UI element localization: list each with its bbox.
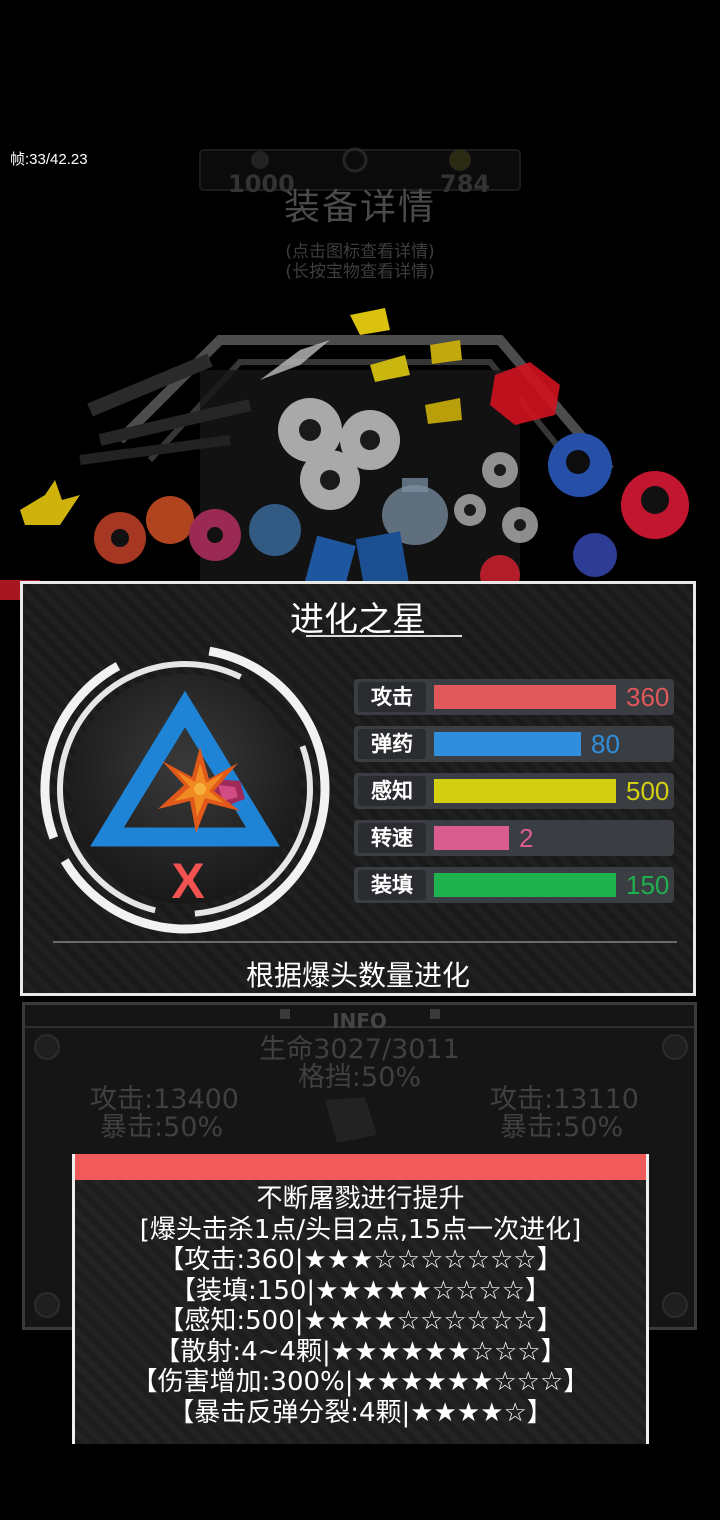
stat-bar	[434, 873, 616, 897]
stat-label: 攻击	[358, 682, 426, 712]
tooltip-header-bar	[75, 1154, 646, 1180]
evolution-tooltip: 不断屠戮进行提升 [爆头击杀1点/头目2点,15点一次进化] 【攻击:360|★★★…	[72, 1154, 649, 1444]
stat-value: 150	[626, 870, 670, 900]
fps-counter: 帧:33/42.23	[10, 151, 88, 168]
stat-bar	[434, 779, 616, 803]
stat-row: 感知 500	[354, 773, 674, 809]
stat-label: 装填	[358, 870, 426, 900]
right-crit-text: 暴击:50%	[500, 1112, 624, 1143]
equipment-name: 进化之星	[290, 600, 426, 640]
divider	[53, 941, 677, 943]
hint-long-press: (长按宝物查看详情)	[285, 262, 435, 282]
tooltip-line: 【散射:4~4颗|★★★★★★☆☆☆】	[154, 1336, 567, 1367]
stat-bar	[434, 685, 616, 709]
stat-bar	[434, 732, 581, 756]
stat-label: 感知	[358, 776, 426, 806]
page-title: 装备详情	[283, 187, 436, 228]
stat-row: 转速 2	[354, 820, 674, 856]
stat-value: 500	[626, 776, 670, 806]
title-underline	[306, 635, 462, 637]
equipment-description: 根据爆头数量进化	[245, 959, 470, 992]
stat-row: 装填 150	[354, 867, 674, 903]
stat-bar	[434, 826, 509, 850]
stat-value: 360	[626, 682, 670, 712]
stat-row: 弹药 80	[354, 726, 674, 762]
tooltip-line: 【伤害增加:300%|★★★★★★☆☆☆】	[131, 1367, 590, 1397]
background-equipment-scene	[0, 308, 689, 600]
tooltip-line: 不断屠戮进行提升	[256, 1184, 465, 1214]
equipment-detail-card: 进化之星 X 攻击 360 弹药 80 感知 500 转速 2 装填 150 根据爆头数量进化	[20, 581, 696, 996]
stat-row: 攻击 360	[354, 679, 674, 715]
stat-label: 弹药	[358, 729, 426, 759]
tooltip-line: 【攻击:360|★★★☆☆☆☆☆☆☆】	[158, 1245, 563, 1275]
tooltip-line: 【暴击反弹分裂:4颗|★★★★☆】	[168, 1397, 553, 1428]
grade-badge: X	[171, 853, 205, 909]
tooltip-line: [爆头击杀1点/头目2点,15点一次进化]	[139, 1214, 582, 1245]
left-crit-text: 暴击:50%	[100, 1112, 224, 1143]
stat-value: 80	[591, 729, 620, 759]
stat-value: 2	[519, 823, 534, 853]
stat-label: 转速	[358, 823, 426, 853]
tooltip-line: 【装填:150|★★★★★☆☆☆☆】	[170, 1275, 551, 1306]
tooltip-line: 【感知:500|★★★★☆☆☆☆☆☆】	[158, 1306, 563, 1336]
